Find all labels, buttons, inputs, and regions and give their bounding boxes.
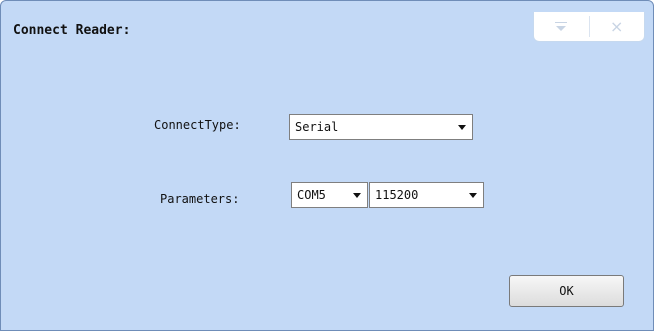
connect-type-value: Serial [295,120,339,134]
baud-rate-select[interactable]: 115200 [369,182,484,208]
parameters-label: Parameters: [160,192,240,206]
ok-button[interactable]: OK [509,275,624,307]
chevron-down-icon [469,193,477,198]
close-button[interactable]: × [590,12,645,41]
baud-rate-value: 115200 [375,188,419,202]
chevron-down-icon [353,193,361,198]
connect-type-label: ConnectType: [154,118,241,132]
menu-button[interactable] [534,12,589,41]
connect-type-select[interactable]: Serial [289,114,473,140]
port-select[interactable]: COM5 [291,182,368,208]
close-icon: × [610,16,624,36]
dialog-title: Connect Reader: [13,23,131,38]
chevron-down-icon [458,125,466,130]
menu-dropdown-icon [555,21,568,32]
connect-reader-dialog: Connect Reader: × ConnectType: Serial Pa… [0,0,654,331]
port-value: COM5 [297,188,326,202]
window-controls: × [533,12,645,42]
